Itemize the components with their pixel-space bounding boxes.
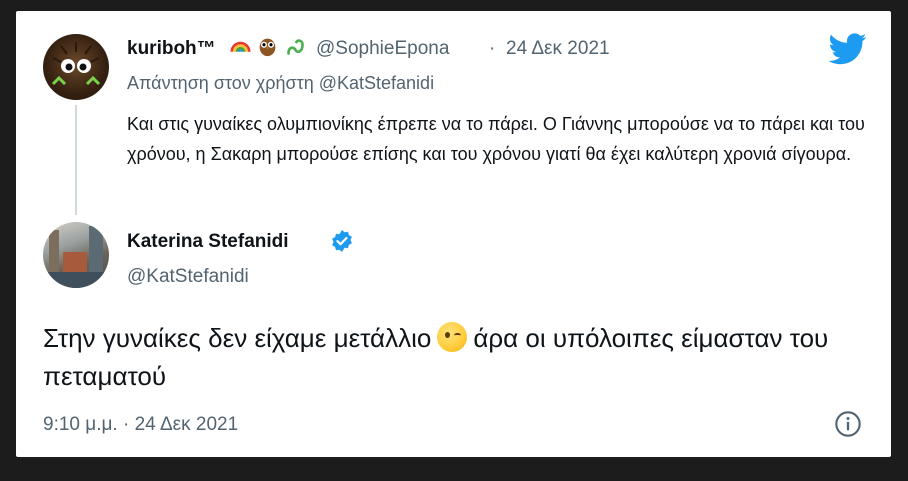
avatar-katerina-stefanidi[interactable] bbox=[43, 222, 109, 288]
winking-face-icon bbox=[437, 322, 468, 352]
main-handle[interactable]: @KatStefanidi bbox=[127, 266, 249, 288]
reply-date[interactable]: 24 Δεκ 2021 bbox=[506, 38, 610, 60]
reply-tweet-text: Και στις γυναίκες ολυμπιονίκης έπρεπε να… bbox=[127, 114, 865, 164]
reply-display-name[interactable]: kuriboh™ bbox=[127, 38, 216, 60]
reply-name-emojis bbox=[230, 36, 308, 60]
twitter-bird-icon[interactable] bbox=[828, 33, 867, 65]
rainbow-icon bbox=[230, 41, 251, 53]
info-icon[interactable] bbox=[834, 410, 862, 438]
reply-separator: · bbox=[489, 38, 496, 59]
owl-icon bbox=[260, 38, 276, 57]
snake-icon bbox=[287, 39, 304, 55]
thread-connector-line bbox=[75, 105, 77, 215]
verified-badge-icon bbox=[330, 229, 354, 253]
main-tweet-text-part1: Στην γυναίκες δεν είχαμε μετάλλιο bbox=[43, 323, 432, 353]
main-timestamp[interactable]: 9:10 μ.μ. · 24 Δεκ 2021 bbox=[43, 414, 238, 436]
avatar-kuriboh[interactable] bbox=[43, 34, 109, 100]
reply-handle[interactable]: @SophieEpona bbox=[316, 38, 449, 60]
replying-to-label[interactable]: Απάντηση στον χρήστη @KatStefanidi bbox=[127, 73, 434, 94]
main-tweet-text: Στην γυναίκες δεν είχαμε μετάλλιο άρα οι … bbox=[43, 319, 873, 395]
main-display-name[interactable]: Katerina Stefanidi bbox=[127, 231, 289, 253]
tweet-card: kuriboh™ @SophieEpona · 24 Δεκ 2021 Απάν… bbox=[16, 11, 891, 457]
